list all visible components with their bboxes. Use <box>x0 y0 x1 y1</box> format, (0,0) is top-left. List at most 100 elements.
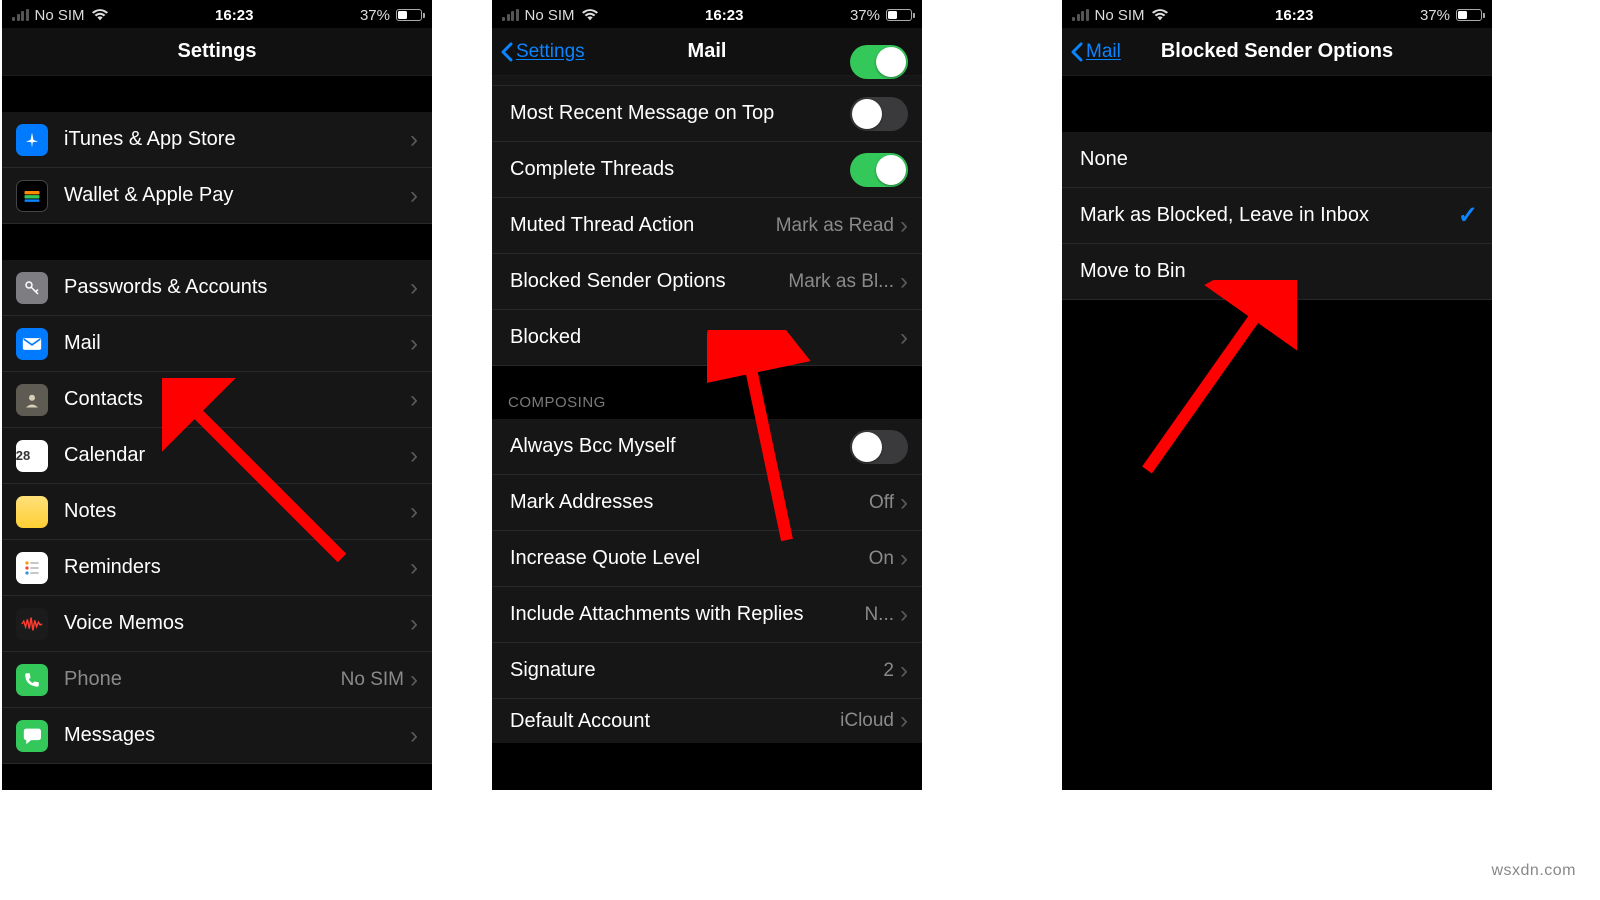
row-label: Include Attachments with Replies <box>510 603 804 626</box>
row-label: Most Recent Message on Top <box>510 102 774 125</box>
row-label: Voice Memos <box>64 612 184 635</box>
toggle-switch[interactable] <box>850 45 908 79</box>
cell-signal-icon <box>12 9 29 21</box>
row-messages[interactable]: Messages › <box>2 708 432 764</box>
annotation-arrow-icon <box>707 330 837 550</box>
wifi-icon <box>581 8 599 22</box>
row-mail[interactable]: Mail › <box>2 316 432 372</box>
chevron-right-icon: › <box>900 603 908 627</box>
status-bar: No SIM 16:23 37% <box>2 0 432 28</box>
reminders-icon <box>16 552 48 584</box>
chevron-right-icon: › <box>410 668 418 692</box>
option-label: None <box>1080 148 1128 171</box>
checkmark-icon: ✓ <box>1458 201 1478 230</box>
row-value: No SIM <box>341 669 404 691</box>
page-title: Mail <box>688 40 727 63</box>
row-passwords-accounts[interactable]: Passwords & Accounts › <box>2 260 432 316</box>
row-blocked-sender-options[interactable]: Blocked Sender Options Mark as Bl... › <box>492 254 922 310</box>
status-bar: No SIM 16:23 37% <box>1062 0 1492 28</box>
chevron-right-icon: › <box>900 214 908 238</box>
row-muted-thread-action[interactable]: Muted Thread Action Mark as Read › <box>492 198 922 254</box>
row-label: Muted Thread Action <box>510 214 694 237</box>
toggle-switch[interactable] <box>850 153 908 187</box>
battery-pct: 37% <box>850 7 880 24</box>
calendar-icon: 28 <box>16 440 48 472</box>
panel-blocked-sender-options: No SIM 16:23 37% Mail Blocked Sender Opt… <box>1062 0 1492 790</box>
messages-icon <box>16 720 48 752</box>
option-mark-leave-inbox[interactable]: Mark as Blocked, Leave in Inbox ✓ <box>1062 188 1492 244</box>
chevron-right-icon: › <box>410 184 418 208</box>
clock: 16:23 <box>215 7 253 24</box>
appstore-icon <box>16 124 48 156</box>
clock: 16:23 <box>705 7 743 24</box>
option-label: Mark as Blocked, Leave in Inbox <box>1080 204 1369 227</box>
battery-icon <box>886 9 912 21</box>
back-label: Mail <box>1086 41 1121 63</box>
carrier-label: No SIM <box>1095 7 1145 24</box>
mail-icon <box>16 328 48 360</box>
back-button[interactable]: Settings <box>500 41 585 63</box>
toggle-switch[interactable] <box>850 97 908 131</box>
row-value: Off <box>869 492 894 514</box>
row-itunes-app-store[interactable]: iTunes & App Store › <box>2 112 432 168</box>
chevron-right-icon: › <box>410 500 418 524</box>
row-label: Mail <box>64 332 101 355</box>
row-label: Contacts <box>64 388 143 411</box>
panel-mail: No SIM 16:23 37% Settings Mail Collapse … <box>492 0 922 790</box>
row-value: iCloud <box>840 710 894 732</box>
annotation-arrow-icon <box>162 378 362 578</box>
phone-icon <box>16 664 48 696</box>
chevron-right-icon: › <box>410 444 418 468</box>
toggle-switch[interactable] <box>850 430 908 464</box>
chevron-left-icon <box>1070 42 1084 62</box>
row-wallet-apple-pay[interactable]: Wallet & Apple Pay › <box>2 168 432 224</box>
option-none[interactable]: None <box>1062 132 1492 188</box>
row-phone[interactable]: Phone No SIM › <box>2 652 432 708</box>
battery-pct: 37% <box>1420 7 1450 24</box>
chevron-right-icon: › <box>410 388 418 412</box>
chevron-right-icon: › <box>410 332 418 356</box>
battery-pct: 37% <box>360 7 390 24</box>
row-label: Reminders <box>64 556 161 579</box>
chevron-right-icon: › <box>900 547 908 571</box>
chevron-right-icon: › <box>410 612 418 636</box>
wifi-icon <box>1151 8 1169 22</box>
row-voice-memos[interactable]: Voice Memos › <box>2 596 432 652</box>
nav-bar: Settings <box>2 28 432 76</box>
row-label: Blocked Sender Options <box>510 270 726 293</box>
back-button[interactable]: Mail <box>1070 41 1121 63</box>
chevron-right-icon: › <box>410 556 418 580</box>
contacts-icon <box>16 384 48 416</box>
row-label: Phone <box>64 668 122 691</box>
clock: 16:23 <box>1275 7 1313 24</box>
row-label: Calendar <box>64 444 145 467</box>
row-signature[interactable]: Signature 2 › <box>492 643 922 699</box>
chevron-right-icon: › <box>410 128 418 152</box>
chevron-right-icon: › <box>410 276 418 300</box>
chevron-right-icon: › <box>900 491 908 515</box>
page-title: Blocked Sender Options <box>1161 40 1393 63</box>
row-value: Mark as Bl... <box>788 271 894 293</box>
row-most-recent-top[interactable]: Most Recent Message on Top <box>492 86 922 142</box>
row-value: 2 <box>883 660 894 682</box>
carrier-label: No SIM <box>525 7 575 24</box>
attribution-label: wsxdn.com <box>1491 862 1576 880</box>
row-include-attachments[interactable]: Include Attachments with Replies N... › <box>492 587 922 643</box>
row-complete-threads[interactable]: Complete Threads <box>492 142 922 198</box>
row-label: Increase Quote Level <box>510 547 700 570</box>
row-label: Passwords & Accounts <box>64 276 267 299</box>
row-label: Messages <box>64 724 155 747</box>
row-label: Mark Addresses <box>510 491 653 514</box>
cell-signal-icon <box>502 9 519 21</box>
wifi-icon <box>91 8 109 22</box>
row-default-account[interactable]: Default Account iCloud › <box>492 699 922 743</box>
status-bar: No SIM 16:23 37% <box>492 0 922 28</box>
chevron-right-icon: › <box>410 724 418 748</box>
row-value: Mark as Read <box>776 215 894 237</box>
nav-bar: Mail Blocked Sender Options <box>1062 28 1492 76</box>
wallet-icon <box>16 180 48 212</box>
row-label: Wallet & Apple Pay <box>64 184 233 207</box>
row-value: On <box>869 548 894 570</box>
key-icon <box>16 272 48 304</box>
row-label: Signature <box>510 659 596 682</box>
